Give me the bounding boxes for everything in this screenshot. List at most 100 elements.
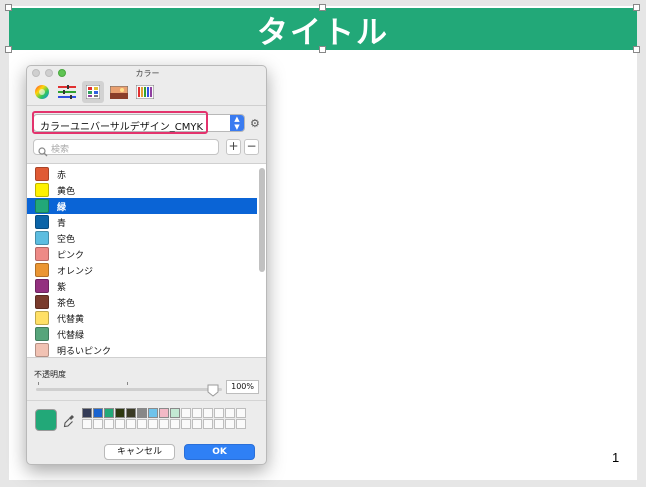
- color-swatch: [35, 199, 49, 213]
- add-color-button[interactable]: +: [226, 139, 241, 155]
- color-list-item[interactable]: 代替緑: [27, 326, 257, 342]
- resize-handle[interactable]: [633, 46, 640, 53]
- opacity-field[interactable]: 100%: [226, 380, 259, 394]
- color-name: 紫: [57, 283, 67, 293]
- crayons-icon[interactable]: [134, 81, 156, 103]
- sliders-icon[interactable]: [56, 81, 78, 103]
- color-well[interactable]: [82, 419, 92, 429]
- color-name: 代替緑: [57, 331, 85, 341]
- color-panel: カラー カラーユニバーサルデザイン_CMYK ▲ ▼ ⚙ 検索 + − 赤 黄色…: [26, 65, 267, 465]
- color-name: 代替黄: [57, 315, 85, 325]
- divider: [27, 400, 266, 401]
- color-swatch: [35, 263, 49, 277]
- resize-handle[interactable]: [319, 4, 326, 11]
- color-list-item[interactable]: 代替黄: [27, 310, 257, 326]
- color-well[interactable]: [137, 408, 147, 418]
- opacity-slider-knob[interactable]: [207, 382, 219, 397]
- slider-tick: [127, 382, 128, 385]
- image-palettes-icon[interactable]: [108, 81, 130, 103]
- color-well[interactable]: [148, 408, 158, 418]
- gear-icon[interactable]: ⚙: [250, 117, 260, 130]
- color-well[interactable]: [148, 419, 158, 429]
- color-well[interactable]: [159, 419, 169, 429]
- resize-handle[interactable]: [319, 46, 326, 53]
- cancel-button[interactable]: キャンセル: [104, 444, 175, 460]
- color-well[interactable]: [192, 419, 202, 429]
- color-swatch: [35, 279, 49, 293]
- color-swatch: [35, 215, 49, 229]
- annotation-highlight: [32, 111, 208, 134]
- color-well[interactable]: [137, 419, 147, 429]
- color-well[interactable]: [181, 408, 191, 418]
- color-well[interactable]: [236, 408, 246, 418]
- color-list-item[interactable]: 紫: [27, 278, 257, 294]
- remove-color-button[interactable]: −: [244, 139, 259, 155]
- search-field[interactable]: 検索: [33, 139, 219, 157]
- eyedropper-icon[interactable]: [63, 413, 75, 432]
- scrollbar[interactable]: [258, 164, 266, 357]
- color-list-item[interactable]: 明るいピンク: [27, 342, 257, 357]
- color-well[interactable]: [104, 419, 114, 429]
- panel-title: カラー: [135, 69, 160, 78]
- search-placeholder: 検索: [51, 145, 70, 155]
- color-swatch: [35, 327, 49, 341]
- opacity-slider[interactable]: [36, 388, 222, 391]
- color-well[interactable]: [214, 419, 224, 429]
- color-swatch: [35, 231, 49, 245]
- color-well[interactable]: [203, 408, 213, 418]
- color-list-item[interactable]: ピンク: [27, 246, 257, 262]
- color-well[interactable]: [170, 419, 180, 429]
- color-name: 茶色: [57, 299, 76, 309]
- color-wheel-icon[interactable]: [31, 81, 53, 103]
- color-well[interactable]: [192, 408, 202, 418]
- chevron-updown-icon[interactable]: ▲ ▼: [230, 115, 244, 131]
- ok-button[interactable]: OK: [184, 444, 255, 460]
- color-list[interactable]: 赤黄色緑青空色ピンク オレンジ紫茶色代替黄代替緑明るいピンク: [27, 163, 266, 358]
- title-placeholder[interactable]: タイトル: [9, 7, 637, 52]
- color-well[interactable]: [126, 419, 136, 429]
- color-well[interactable]: [93, 419, 103, 429]
- color-well[interactable]: [82, 408, 92, 418]
- color-well[interactable]: [159, 408, 169, 418]
- color-well[interactable]: [115, 419, 125, 429]
- slide-title[interactable]: タイトル: [257, 7, 389, 52]
- color-well[interactable]: [225, 419, 235, 429]
- color-well[interactable]: [214, 408, 224, 418]
- color-swatch: [35, 343, 49, 357]
- resize-handle[interactable]: [633, 4, 640, 11]
- color-name: 赤: [57, 171, 67, 181]
- color-list-item[interactable]: 茶色: [27, 294, 257, 310]
- color-well[interactable]: [181, 419, 191, 429]
- color-list-item[interactable]: 青: [27, 214, 257, 230]
- current-color-swatch[interactable]: [35, 409, 57, 431]
- color-swatch: [35, 295, 49, 309]
- color-swatch: [35, 167, 49, 181]
- title-bar[interactable]: カラー: [27, 66, 266, 80]
- color-wells: [82, 408, 250, 430]
- resize-handle[interactable]: [5, 46, 12, 53]
- color-swatch: [35, 247, 49, 261]
- color-well[interactable]: [203, 419, 213, 429]
- color-well[interactable]: [225, 408, 235, 418]
- color-list-item[interactable]: 緑: [27, 198, 257, 214]
- color-well[interactable]: [93, 408, 103, 418]
- slider-tick: [38, 382, 39, 385]
- color-name: 明るいピンク: [57, 347, 112, 357]
- color-swatch: [35, 311, 49, 325]
- color-name: ピンク: [57, 251, 85, 261]
- color-name: 黄色: [57, 187, 76, 197]
- color-well[interactable]: [104, 408, 114, 418]
- color-list-item[interactable]: オレンジ: [27, 262, 257, 278]
- color-list-item[interactable]: 空色: [27, 230, 257, 246]
- scroll-thumb[interactable]: [259, 168, 265, 272]
- color-well[interactable]: [126, 408, 136, 418]
- color-well[interactable]: [115, 408, 125, 418]
- resize-handle[interactable]: [5, 4, 12, 11]
- page-number: 1: [612, 450, 620, 465]
- color-well[interactable]: [236, 419, 246, 429]
- color-list-item[interactable]: 黄色: [27, 182, 257, 198]
- color-well[interactable]: [170, 408, 180, 418]
- color-list-item[interactable]: 赤: [27, 166, 257, 182]
- color-name: 空色: [57, 235, 76, 245]
- palettes-icon[interactable]: [82, 81, 104, 103]
